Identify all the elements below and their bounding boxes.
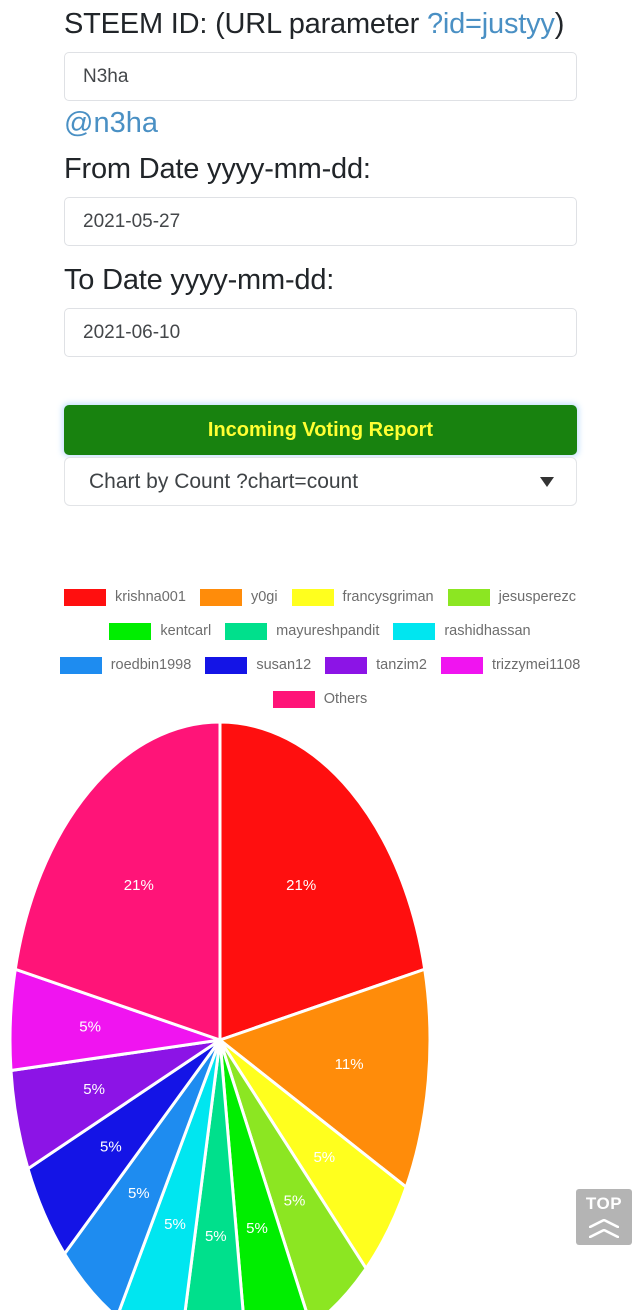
legend-item[interactable]: trizzymei1108 xyxy=(440,656,581,674)
pie-slice-label: 5% xyxy=(284,1193,306,1210)
legend-item[interactable]: krishna001 xyxy=(64,588,186,606)
pie-chart-svg: 21% 11% 5% 5% 5% 5% 5% 5% 5% 5% 5% 21% xyxy=(8,720,432,1310)
chart-type-selected-value: Chart by Count ?chart=count xyxy=(89,470,359,493)
legend-item[interactable]: Others xyxy=(272,690,368,708)
legend-label: rashidhassan xyxy=(444,623,531,639)
legend-item[interactable]: roedbin1998 xyxy=(59,656,192,674)
legend-item[interactable]: jesusperezc xyxy=(447,588,576,606)
legend-item[interactable]: tanzim2 xyxy=(325,656,427,674)
pie-slice-label: 5% xyxy=(100,1139,122,1156)
legend-item[interactable]: y0gi xyxy=(199,588,278,606)
from-date-label: From Date yyyy-mm-dd: xyxy=(64,153,371,185)
scroll-to-top-button[interactable]: TOP xyxy=(576,1189,632,1245)
pie-slice-label: 5% xyxy=(164,1216,186,1233)
legend-color-swatch xyxy=(291,588,334,606)
legend-label: kentcarl xyxy=(160,623,212,639)
legend-item[interactable]: mayureshpandit xyxy=(225,622,380,640)
url-parameter-link[interactable]: ?id=justyy xyxy=(427,8,555,40)
pie-slice-label: 5% xyxy=(205,1228,227,1245)
page-root: STEEM ID: (URL parameter ?id=justyy) @n3… xyxy=(0,0,640,1310)
scroll-to-top-label: TOP xyxy=(585,1194,623,1213)
pie-slice-label: 5% xyxy=(128,1185,150,1202)
legend-label: trizzymei1108 xyxy=(491,657,581,673)
legend-label: francysgriman xyxy=(342,589,434,605)
legend-color-swatch xyxy=(205,656,248,674)
legend-color-swatch xyxy=(64,588,106,606)
pie-slice-label: 21% xyxy=(124,877,154,894)
chart-legend: krishna001 y0gi francysgriman jesusperezc ke… xyxy=(0,580,640,716)
chart-type-select[interactable]: Chart by Count ?chart=count xyxy=(64,457,577,506)
legend-label: jesusperezc xyxy=(498,589,576,605)
pie-slice-label: 5% xyxy=(79,1018,101,1035)
incoming-voting-report-button[interactable]: Incoming Voting Report xyxy=(64,405,577,455)
legend-color-swatch xyxy=(272,690,315,708)
legend-color-swatch xyxy=(447,588,490,606)
legend-label: mayureshpandit xyxy=(276,623,380,639)
chevron-up-icon-1 xyxy=(589,1219,619,1228)
legend-label: tanzim2 xyxy=(376,657,427,673)
pie-slice-label: 5% xyxy=(313,1149,335,1166)
legend-label: susan12 xyxy=(256,657,312,673)
legend-row: krishna001 y0gi francysgriman jesusperezc xyxy=(0,580,640,614)
legend-row: kentcarl mayureshpandit rashidhassan xyxy=(0,614,640,648)
legend-label: Others xyxy=(323,691,368,707)
to-date-label: To Date yyyy-mm-dd: xyxy=(64,264,335,296)
legend-item[interactable]: rashidhassan xyxy=(393,622,531,640)
to-date-input[interactable] xyxy=(64,308,577,357)
pie-slice-label: 21% xyxy=(286,877,316,894)
steem-id-label-suffix: ) xyxy=(554,8,565,40)
steem-id-input[interactable] xyxy=(64,52,577,101)
legend-label: y0gi xyxy=(250,589,278,605)
legend-row: Others xyxy=(0,682,640,716)
legend-label: krishna001 xyxy=(115,589,186,605)
legend-item[interactable]: susan12 xyxy=(205,656,312,674)
legend-color-swatch xyxy=(225,622,268,640)
legend-item[interactable]: kentcarl xyxy=(109,622,212,640)
pie-slice-label: 5% xyxy=(83,1081,105,1098)
pie-chart: 21% 11% 5% 5% 5% 5% 5% 5% 5% 5% 5% 21% xyxy=(0,712,640,1310)
legend-item[interactable]: francysgriman xyxy=(291,588,434,606)
steem-handle-link[interactable]: @n3ha xyxy=(0,101,640,145)
chevron-down-icon xyxy=(540,477,554,487)
legend-color-swatch xyxy=(393,622,436,640)
legend-color-swatch xyxy=(59,656,102,674)
steem-id-label-prefix: STEEM ID: (URL parameter xyxy=(64,8,427,40)
legend-color-swatch xyxy=(440,656,483,674)
report-form: STEEM ID: (URL parameter ?id=justyy) @n3… xyxy=(0,0,640,506)
legend-color-swatch xyxy=(109,622,152,640)
pie-slice-label: 11% xyxy=(335,1056,364,1073)
legend-color-swatch xyxy=(199,588,242,606)
pie-slice-label: 5% xyxy=(246,1220,268,1237)
chevron-up-icon-2 xyxy=(589,1229,619,1238)
legend-label: roedbin1998 xyxy=(110,657,192,673)
legend-color-swatch xyxy=(325,656,368,674)
legend-row: roedbin1998 susan12 tanzim2 trizzymei1108 xyxy=(0,648,640,682)
from-date-input[interactable] xyxy=(64,197,577,246)
steem-id-label: STEEM ID: (URL parameter ?id=justyy) xyxy=(0,0,640,48)
